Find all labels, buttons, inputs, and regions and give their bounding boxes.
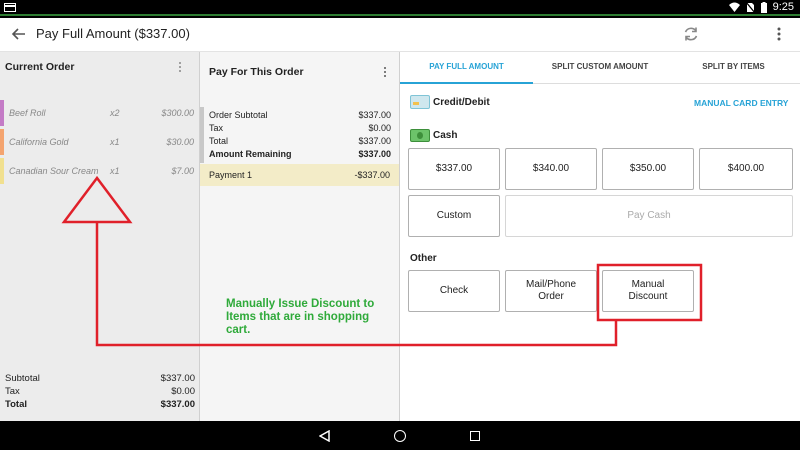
- clock: 9:25: [772, 1, 794, 13]
- tab-pay-full-amount[interactable]: PAY FULL AMOUNT: [400, 52, 533, 84]
- page-title: Pay Full Amount ($337.00): [36, 26, 190, 41]
- current-order-title: Current Order: [5, 61, 75, 73]
- order-total-value: $337.00: [358, 136, 391, 146]
- item-qty: x1: [110, 166, 120, 176]
- item-qty: x1: [110, 137, 120, 147]
- tab-split-by-items[interactable]: SPLIT BY ITEMS: [667, 52, 800, 84]
- current-order-menu-icon[interactable]: [177, 61, 183, 73]
- annotation-text: Manually Issue Discount to Items that ar…: [226, 298, 375, 336]
- cash-amount-button[interactable]: $340.00: [505, 148, 597, 190]
- cash-amount-button[interactable]: $400.00: [699, 148, 793, 190]
- item-price: $7.00: [171, 166, 194, 176]
- amount-remaining-value: $337.00: [358, 149, 391, 159]
- nav-recent-apps-icon[interactable]: [470, 431, 480, 441]
- navigation-bar: [0, 421, 800, 450]
- tab-split-custom-amount[interactable]: SPLIT CUSTOM AMOUNT: [533, 52, 667, 84]
- pay-for-order-menu-icon[interactable]: [382, 66, 388, 78]
- subtotal-value: $337.00: [160, 373, 195, 384]
- payment-tabs: PAY FULL AMOUNT SPLIT CUSTOM AMOUNT SPLI…: [400, 52, 800, 84]
- nav-back-icon[interactable]: [319, 430, 331, 442]
- order-total-label: Total: [209, 136, 229, 146]
- other-label: Other: [410, 253, 437, 264]
- current-order-panel: Current Order Beef Roll x2 $300.00 Calif…: [0, 52, 200, 421]
- custom-cash-button[interactable]: Custom: [408, 195, 500, 237]
- tax-row: Tax $0.00: [5, 386, 195, 397]
- item-qty: x2: [110, 108, 120, 118]
- tax-label: Tax: [5, 386, 20, 397]
- item-color-bar: [0, 100, 4, 126]
- order-subtotal-value: $337.00: [358, 110, 391, 120]
- item-price: $30.00: [166, 137, 194, 147]
- item-price: $300.00: [161, 108, 194, 118]
- item-name: Beef Roll: [9, 108, 46, 118]
- total-row: Total $337.00: [5, 399, 195, 410]
- manual-card-entry-link[interactable]: MANUAL CARD ENTRY: [694, 98, 788, 108]
- cash-label: Cash: [433, 130, 458, 141]
- order-total-row: Total $337.00: [209, 136, 391, 146]
- credit-debit-label: Credit/Debit: [433, 97, 490, 108]
- cash-amount-button[interactable]: $337.00: [408, 148, 500, 190]
- total-value: $337.00: [160, 399, 195, 410]
- order-tax-row: Tax $0.00: [209, 123, 391, 133]
- more-options-icon[interactable]: [772, 25, 786, 43]
- order-subtotal-row: Order Subtotal $337.00: [209, 110, 391, 120]
- pay-cash-button[interactable]: Pay Cash: [505, 195, 793, 237]
- nav-home-icon[interactable]: [394, 430, 406, 442]
- back-arrow-icon[interactable]: [10, 25, 28, 43]
- item-name: Canadian Sour Cream: [9, 166, 99, 176]
- no-sim-icon: [745, 1, 755, 13]
- refresh-icon[interactable]: [682, 25, 700, 43]
- cash-icon: [410, 129, 430, 142]
- order-item[interactable]: Beef Roll x2 $300.00: [0, 100, 199, 126]
- order-item[interactable]: Canadian Sour Cream x1 $7.00: [0, 158, 199, 184]
- subtotal-row: Subtotal $337.00: [5, 373, 195, 384]
- manual-discount-button[interactable]: Manual Discount: [602, 270, 694, 312]
- order-item[interactable]: California Gold x1 $30.00: [0, 129, 199, 155]
- total-label: Total: [5, 399, 27, 410]
- mail-phone-order-button[interactable]: Mail/Phone Order: [505, 270, 597, 312]
- credit-card-icon: [410, 95, 430, 109]
- item-color-bar: [0, 129, 4, 155]
- payment-value: -$337.00: [354, 170, 390, 180]
- order-summary-bar: [200, 107, 204, 163]
- item-color-bar: [0, 158, 4, 184]
- status-icons: 9:25: [728, 1, 794, 13]
- cash-amount-button[interactable]: $350.00: [602, 148, 694, 190]
- order-subtotal-label: Order Subtotal: [209, 110, 268, 120]
- order-tax-label: Tax: [209, 123, 224, 133]
- toolbar: Pay Full Amount ($337.00): [0, 18, 800, 52]
- pay-for-order-title: Pay For This Order: [209, 66, 304, 78]
- amount-remaining-row: Amount Remaining $337.00: [209, 149, 391, 159]
- payment-label: Payment 1: [209, 170, 253, 180]
- payment-row[interactable]: Payment 1 -$337.00: [200, 164, 399, 186]
- tax-value: $0.00: [171, 386, 195, 397]
- app-window: Pay Full Amount ($337.00) Current Order …: [0, 18, 800, 421]
- notification-icon: [4, 3, 16, 12]
- pay-for-order-panel: Pay For This Order Order Subtotal $337.0…: [200, 52, 400, 421]
- status-bar: 9:25: [0, 0, 800, 16]
- subtotal-label: Subtotal: [5, 373, 40, 384]
- order-tax-value: $0.00: [368, 123, 391, 133]
- wifi-icon: [728, 2, 740, 12]
- check-button[interactable]: Check: [408, 270, 500, 312]
- item-name: California Gold: [9, 137, 69, 147]
- amount-remaining-label: Amount Remaining: [209, 149, 292, 159]
- battery-icon: [760, 1, 767, 13]
